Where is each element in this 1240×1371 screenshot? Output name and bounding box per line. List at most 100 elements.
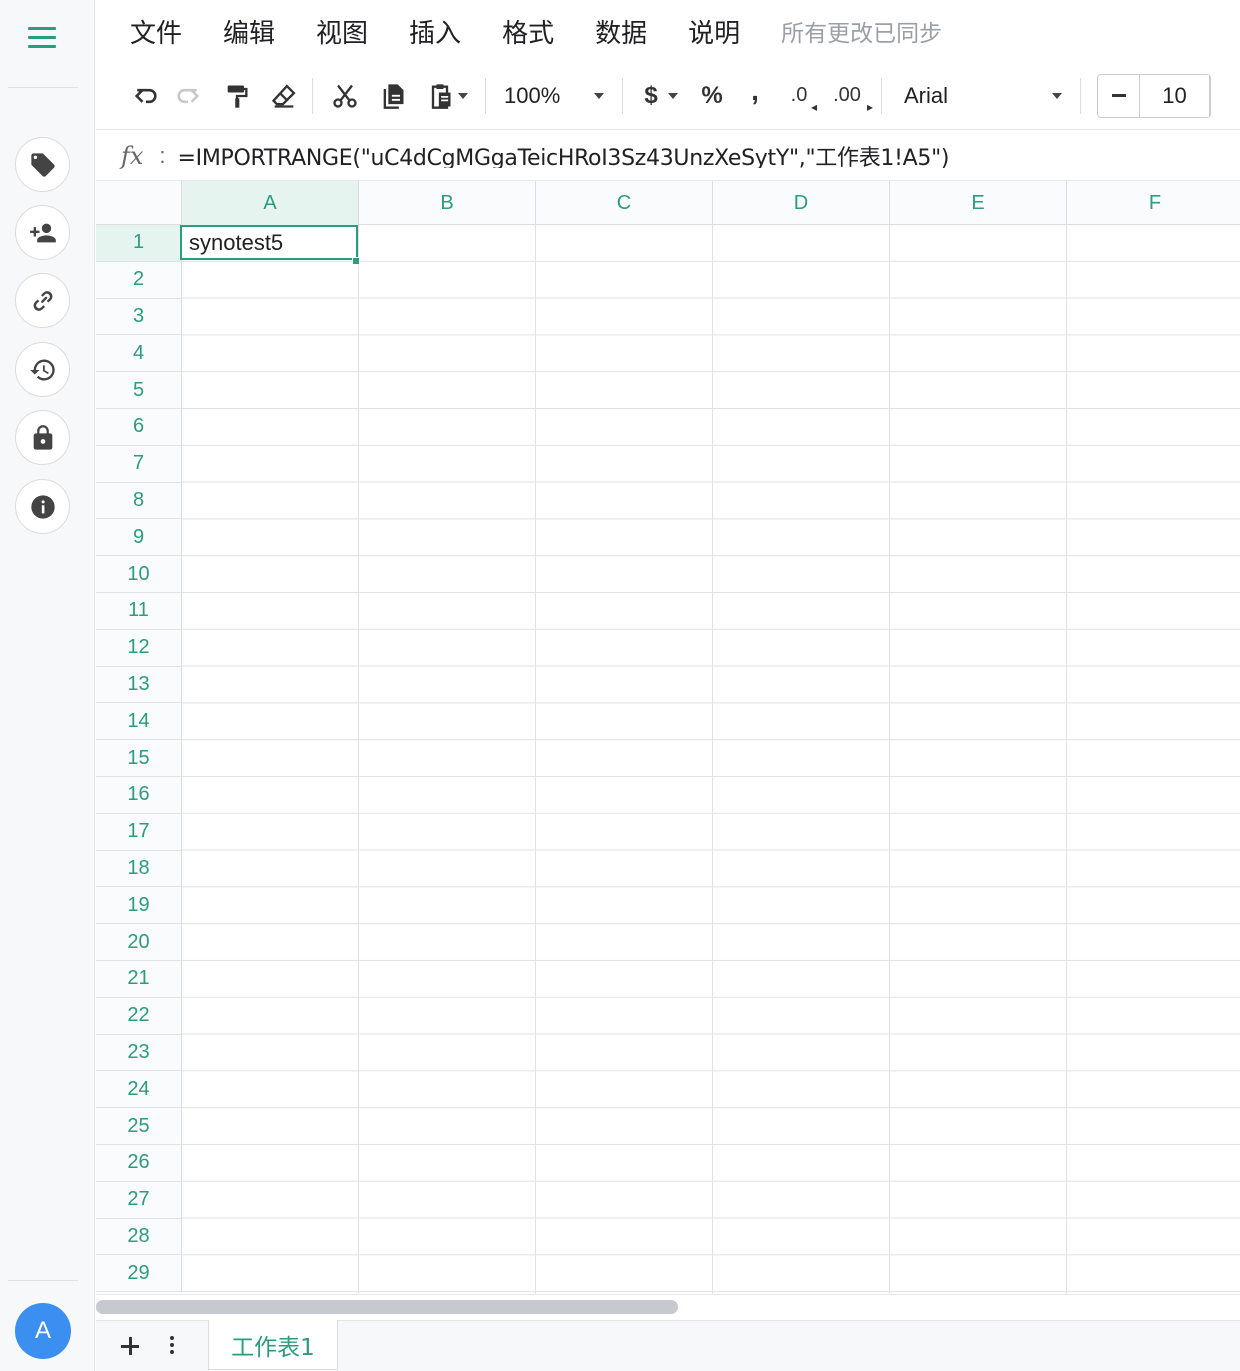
row-header[interactable]: 14 <box>96 703 181 741</box>
row-header[interactable]: 11 <box>96 593 181 630</box>
column-header-e[interactable]: E <box>890 181 1067 225</box>
row-header[interactable]: 28 <box>96 1219 181 1256</box>
zoom-select[interactable]: 100% <box>494 76 614 116</box>
row-header[interactable]: 29 <box>96 1255 181 1293</box>
menu-insert[interactable]: 插入 <box>409 13 461 50</box>
font-family-select[interactable]: Arial <box>890 76 1072 116</box>
share-link-button[interactable] <box>15 273 70 328</box>
toolbar-divider <box>622 77 623 114</box>
menu-view[interactable]: 视图 <box>316 13 368 50</box>
row-header[interactable]: 19 <box>96 887 181 925</box>
row-header[interactable]: 2 <box>96 262 181 299</box>
cell-area[interactable] <box>182 225 1240 1294</box>
cut-button[interactable] <box>321 76 369 116</box>
horizontal-scrollbar-thumb[interactable] <box>96 1300 678 1314</box>
copy-button[interactable] <box>369 76 417 116</box>
row-header[interactable]: 9 <box>96 519 181 557</box>
active-cell-a1[interactable]: synotest5 <box>180 225 358 260</box>
info-icon <box>30 494 55 519</box>
row-header[interactable]: 21 <box>96 961 181 998</box>
add-collaborator-button[interactable] <box>15 205 70 260</box>
row-header[interactable]: 23 <box>96 1035 181 1072</box>
menu-data[interactable]: 数据 <box>595 13 647 50</box>
row-header[interactable]: 10 <box>96 556 181 593</box>
info-button[interactable] <box>15 479 70 534</box>
font-size-stepper <box>1097 73 1211 118</box>
copy-icon <box>383 83 404 109</box>
rail-divider <box>8 87 78 88</box>
decrease-font-size-button[interactable] <box>1098 74 1140 117</box>
chevron-down-icon <box>594 92 604 99</box>
column-header-c[interactable]: C <box>536 181 713 225</box>
percent-format-button[interactable]: % <box>691 76 733 116</box>
row-header[interactable]: 27 <box>96 1182 181 1219</box>
row-header[interactable]: 22 <box>96 998 181 1035</box>
row-header[interactable]: 12 <box>96 630 181 667</box>
scissors-icon <box>333 84 357 108</box>
tag-button[interactable] <box>15 137 70 192</box>
row-header[interactable]: 25 <box>96 1108 181 1145</box>
increase-decimal-button[interactable]: .00 ▸ <box>821 76 873 116</box>
currency-format-button[interactable]: $ <box>631 76 691 116</box>
sheet-list-menu-button[interactable] <box>168 1336 176 1358</box>
comma-format-button[interactable]: , <box>733 75 777 116</box>
row-header[interactable]: 7 <box>96 446 181 483</box>
toolbar-divider <box>881 77 882 114</box>
avatar[interactable]: A <box>15 1303 71 1359</box>
column-header-f[interactable]: F <box>1067 181 1240 225</box>
menu-help[interactable]: 说明 <box>688 13 740 50</box>
toolbar: 100% $ % , .0 ◂ .00 ▸ Arial <box>96 62 1240 130</box>
chevron-down-icon <box>1052 92 1062 99</box>
row-header[interactable]: 3 <box>96 299 181 336</box>
paste-button[interactable] <box>417 76 477 116</box>
menu-edit[interactable]: 编辑 <box>223 13 275 50</box>
column-header-d[interactable]: D <box>713 181 890 225</box>
row-header[interactable]: 20 <box>96 924 181 961</box>
column-header-a[interactable]: A <box>182 181 359 225</box>
fx-label: fx <box>121 141 144 170</box>
row-header[interactable]: 4 <box>96 335 181 373</box>
row-header[interactable]: 13 <box>96 667 181 704</box>
more-dots-icon <box>170 1350 174 1354</box>
row-header[interactable]: 8 <box>96 483 181 520</box>
zoom-value: 100% <box>504 82 561 108</box>
decrease-decimal-button[interactable]: .0 ◂ <box>777 76 821 116</box>
menu-file[interactable]: 文件 <box>130 13 182 50</box>
redo-button[interactable] <box>166 76 210 116</box>
arrow-left-icon: ◂ <box>810 99 817 114</box>
row-header[interactable]: 16 <box>96 777 181 814</box>
row-header[interactable]: 17 <box>96 814 181 851</box>
clear-format-button[interactable] <box>264 76 304 116</box>
font-size-input[interactable] <box>1140 74 1210 117</box>
row-header[interactable]: 15 <box>96 740 181 777</box>
sheet-tab-bar: 工作表1 <box>96 1320 1240 1371</box>
undo-button[interactable] <box>126 76 166 116</box>
row-header[interactable]: 18 <box>96 851 181 888</box>
column-header-row: A B C D E F <box>96 181 1240 225</box>
add-sheet-button[interactable] <box>118 1334 142 1358</box>
menu-format[interactable]: 格式 <box>502 13 554 50</box>
lock-button[interactable] <box>15 410 70 465</box>
toolbar-divider <box>312 77 313 114</box>
row-header[interactable]: 6 <box>96 409 181 446</box>
rail-divider <box>8 1280 78 1281</box>
column-header-b[interactable]: B <box>359 181 536 225</box>
row-header[interactable]: 1 <box>96 225 181 262</box>
font-family-value: Arial <box>904 82 949 108</box>
sheet-tab-1[interactable]: 工作表1 <box>208 1320 338 1370</box>
version-history-button[interactable] <box>15 342 70 397</box>
row-header[interactable]: 5 <box>96 372 181 409</box>
row-header[interactable]: 24 <box>96 1071 181 1109</box>
formula-input[interactable] <box>177 143 1240 168</box>
currency-label: $ <box>644 81 658 109</box>
row-header-column: 1 2 3 4 5 6 7 8 9 10 11 12 13 14 15 16 1… <box>96 225 182 1293</box>
paint-format-icon <box>227 85 248 108</box>
select-all-corner[interactable] <box>96 181 182 225</box>
chevron-down-icon <box>667 92 678 99</box>
fx-separator: : <box>159 142 166 168</box>
fill-handle[interactable] <box>352 257 360 265</box>
paint-format-button[interactable] <box>210 76 264 116</box>
row-header[interactable]: 26 <box>96 1145 181 1182</box>
toolbar-divider <box>485 77 486 114</box>
menu-hamburger-icon[interactable] <box>28 24 58 52</box>
